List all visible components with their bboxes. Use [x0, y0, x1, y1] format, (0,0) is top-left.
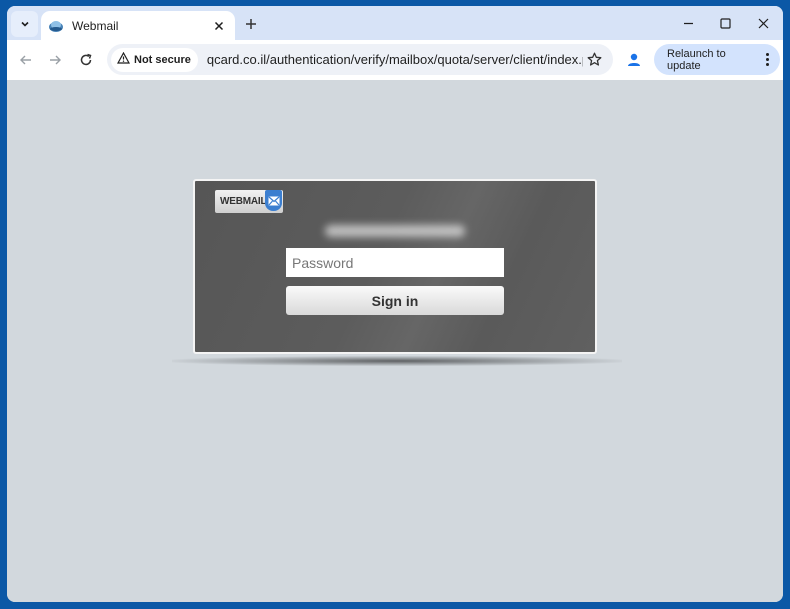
browser-toolbar: Not secure qcard.co.il/authentication/ve…: [7, 40, 783, 80]
security-label: Not secure: [134, 53, 191, 66]
login-panel: WEBMAIL Sign in: [193, 179, 597, 354]
arrow-left-icon: [20, 55, 31, 65]
back-button[interactable]: [14, 49, 38, 71]
plus-icon: [246, 19, 256, 29]
reload-button[interactable]: [74, 49, 98, 71]
minimize-button[interactable]: [675, 12, 701, 34]
chevron-down-icon: [20, 21, 29, 27]
forward-button[interactable]: [43, 49, 67, 71]
close-window-button[interactable]: [750, 12, 776, 34]
relaunch-label: Relaunch to update: [667, 47, 726, 72]
tab-close-icon[interactable]: [209, 16, 229, 36]
security-chip[interactable]: Not secure: [111, 47, 198, 72]
reload-icon: [80, 53, 92, 66]
webmail-globe-icon: [48, 18, 64, 34]
login-box-shadow: [172, 356, 622, 366]
webmail-logo: WEBMAIL: [215, 190, 283, 213]
profile-avatar-icon: [628, 53, 640, 66]
browser-window: Webmail Not secure qcard.co.il/authentic…: [7, 6, 783, 602]
tab-webmail[interactable]: Webmail: [41, 11, 235, 40]
tab-search-button[interactable]: [11, 11, 38, 37]
kebab-menu-icon[interactable]: [758, 53, 776, 66]
page-content: WEBMAIL Sign in: [7, 80, 783, 602]
title-bar: Webmail: [7, 6, 783, 40]
tab-title: Webmail: [72, 18, 119, 33]
password-input[interactable]: [286, 248, 504, 277]
warning-triangle-icon: [116, 51, 131, 67]
logo-text: WEBMAIL: [220, 196, 267, 207]
sign-in-button[interactable]: Sign in: [286, 286, 504, 315]
close-icon: [758, 18, 768, 28]
url-text[interactable]: qcard.co.il/authentication/verify/mailbo…: [207, 52, 583, 67]
envelope-icon: [265, 190, 282, 211]
profile-button[interactable]: [625, 51, 643, 69]
maximize-icon: [719, 17, 731, 29]
blurred-email: [325, 225, 465, 237]
minimize-icon: [683, 22, 693, 24]
relaunch-button[interactable]: Relaunch to update: [654, 44, 780, 75]
bookmark-star-icon[interactable]: [583, 49, 605, 71]
new-tab-button[interactable]: [241, 14, 261, 34]
maximize-button[interactable]: [712, 12, 738, 34]
address-bar[interactable]: Not secure qcard.co.il/authentication/ve…: [107, 44, 613, 75]
arrow-right-icon: [50, 55, 61, 65]
